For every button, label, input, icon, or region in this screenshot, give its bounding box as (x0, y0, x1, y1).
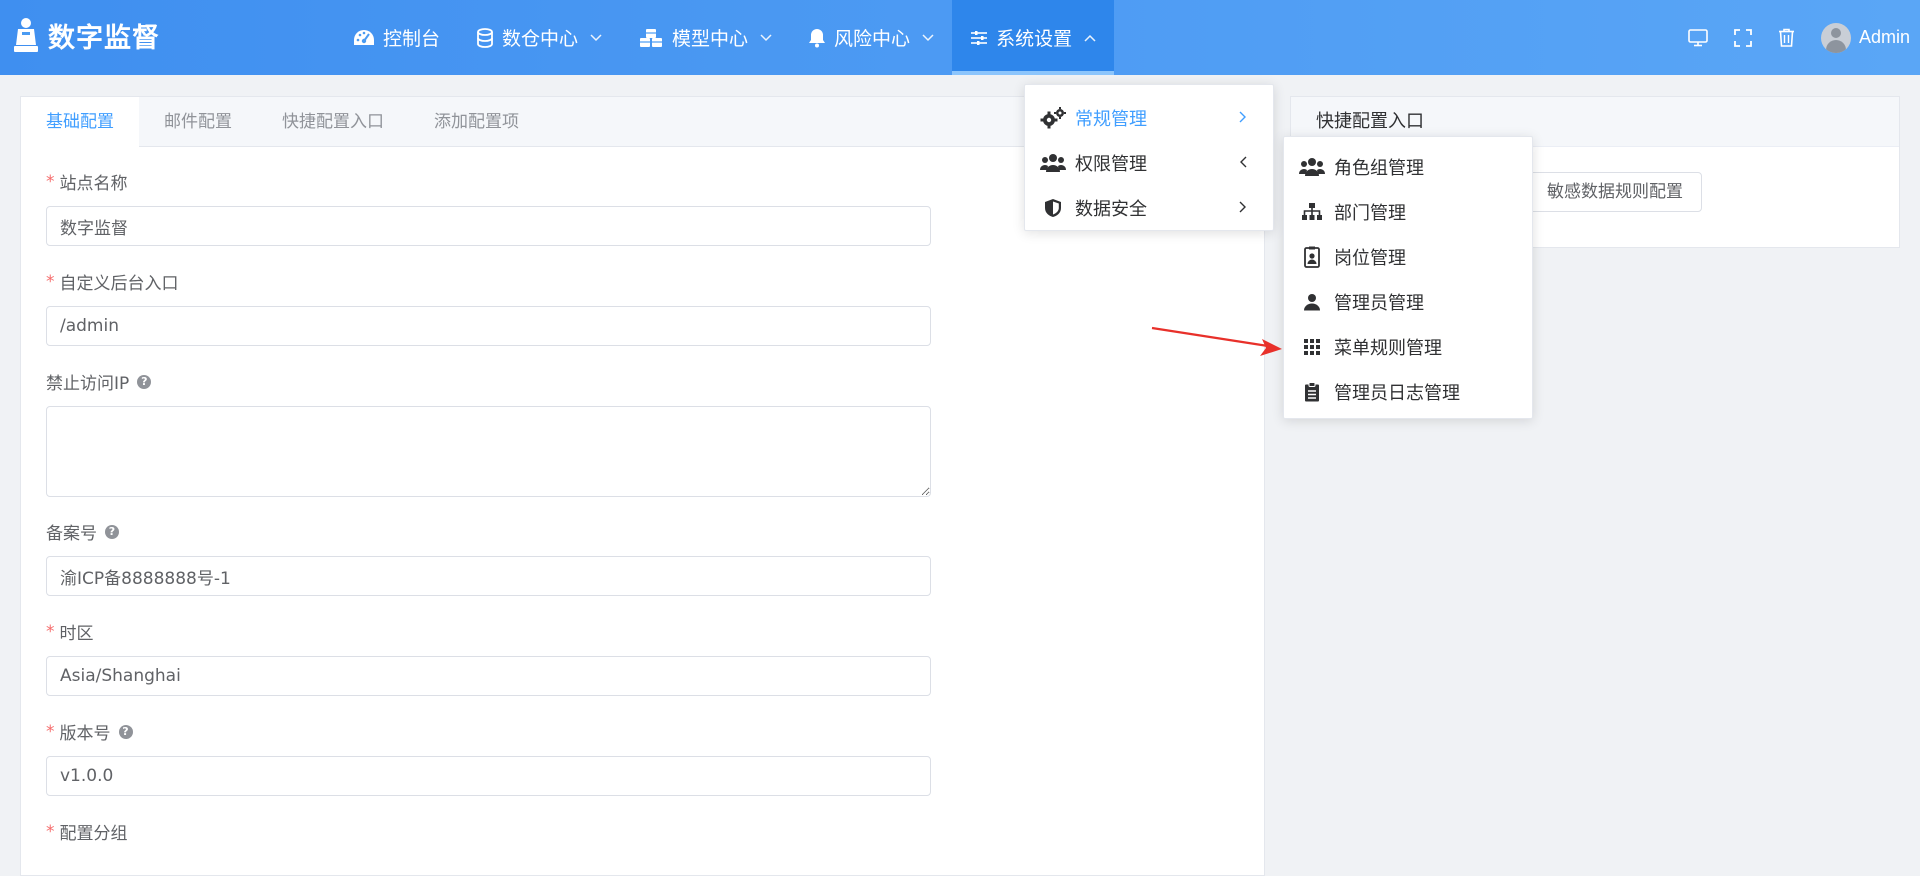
fullscreen-icon[interactable] (1734, 28, 1752, 47)
menu-item-admin[interactable]: 管理员管理 (1284, 279, 1532, 324)
user-name[interactable]: Admin (1859, 27, 1910, 48)
ban-ip-textarea[interactable] (46, 406, 931, 497)
menu-item-label: 菜单规则管理 (1334, 337, 1442, 359)
site-name-input[interactable] (46, 206, 931, 246)
form-item-ban-ip: 禁止访问IP? (46, 369, 931, 497)
tab-basic-config[interactable]: 基础配置 (21, 97, 139, 148)
tab-add-config-item[interactable]: 添加配置项 (409, 97, 544, 147)
timezone-input[interactable] (46, 656, 931, 696)
permission-submenu: 角色组管理 部门管理 岗位管理 管理员管理 菜单规则管理 管理员日志管理 (1283, 136, 1533, 419)
menu-item-permission-management[interactable]: 权限管理 (1025, 140, 1273, 185)
question-circle-icon[interactable]: ? (105, 524, 119, 539)
nav-model-center[interactable]: 模型中心 (620, 0, 790, 75)
form-item-config-group: * 配置分组 (46, 819, 128, 845)
menu-item-label: 常规管理 (1075, 108, 1147, 130)
nav-label: 系统设置 (996, 28, 1073, 50)
required-mark: * (46, 621, 55, 642)
system-settings-dropdown: 常规管理 权限管理 数据安全 (1024, 84, 1274, 231)
admin-entry-input[interactable] (46, 306, 931, 346)
cubes-icon (640, 28, 663, 47)
menu-item-label: 部门管理 (1334, 202, 1406, 224)
nav-risk-center[interactable]: 风险中心 (790, 0, 952, 75)
app-title: 数字监督 (48, 23, 160, 54)
app-logo[interactable]: 数字监督 (12, 16, 160, 55)
required-mark: * (46, 171, 55, 192)
clipboard-icon (1299, 381, 1325, 402)
users-icon (1040, 153, 1066, 173)
menu-item-department[interactable]: 部门管理 (1284, 189, 1532, 234)
chevron-right-icon (1239, 111, 1246, 123)
sliders-icon (971, 30, 988, 45)
question-circle-icon[interactable]: ? (118, 724, 133, 739)
tab-mail-config[interactable]: 邮件配置 (139, 97, 257, 147)
form-item-site-name: * 站点名称 (46, 169, 931, 246)
user-icon (1299, 293, 1325, 311)
field-label: 禁止访问IP? (46, 369, 931, 394)
menu-item-general-management[interactable]: 常规管理 (1025, 95, 1273, 140)
nav-data-warehouse[interactable]: 数仓中心 (458, 0, 620, 75)
users-icon (1299, 157, 1325, 177)
nav-system-settings[interactable]: 系统设置 (952, 0, 1115, 75)
menu-item-label: 角色组管理 (1334, 157, 1424, 179)
required-mark: * (46, 821, 55, 842)
field-label: * 配置分组 (46, 821, 128, 845)
menu-item-label: 管理员日志管理 (1334, 382, 1460, 404)
menu-item-label: 岗位管理 (1334, 247, 1406, 269)
question-circle-icon[interactable]: ? (137, 374, 152, 389)
menu-item-label: 管理员管理 (1334, 292, 1424, 314)
chevron-left-icon (1240, 156, 1247, 168)
field-label: * 站点名称 (46, 171, 128, 195)
chevron-down-icon (922, 33, 934, 41)
dashboard-icon (354, 29, 374, 45)
sensitive-data-rule-button[interactable]: 敏感数据规则配置 (1528, 172, 1702, 212)
database-icon (477, 27, 493, 48)
menu-item-label: 数据安全 (1075, 198, 1147, 220)
bell-icon (809, 28, 826, 47)
field-label: * 时区 (46, 621, 94, 645)
id-badge-icon (1299, 246, 1325, 268)
nav-label: 控制台 (383, 28, 441, 50)
required-mark: * (46, 721, 55, 742)
grid-icon (1299, 338, 1325, 355)
chevron-down-icon (760, 33, 772, 41)
menu-item-menu-rules[interactable]: 菜单规则管理 (1284, 324, 1532, 369)
record-no-input[interactable] (46, 556, 931, 596)
nav-label: 模型中心 (672, 28, 749, 50)
sitemap-icon (1299, 202, 1325, 222)
nav-dashboard[interactable]: 控制台 (335, 0, 458, 75)
menu-item-admin-log[interactable]: 管理员日志管理 (1284, 369, 1532, 414)
menu-item-data-security[interactable]: 数据安全 (1025, 185, 1273, 230)
chevron-up-icon (1084, 34, 1096, 42)
field-label: 备案号? (46, 519, 931, 544)
form-item-record-no: 备案号? (46, 519, 931, 596)
required-mark: * (46, 271, 55, 292)
logo-icon (14, 17, 38, 52)
trash-icon[interactable] (1778, 28, 1795, 47)
chevron-down-icon (590, 33, 602, 41)
form-item-timezone: * 时区 (46, 619, 931, 696)
field-label: * 自定义后台入口 (46, 271, 179, 295)
red-arrow-annotation (1151, 326, 1282, 356)
gears-icon (1040, 106, 1066, 129)
top-navbar: 数字监督 控制台 数仓中心 模型中心 风险中心 系统设置 Admin (0, 0, 1920, 75)
menu-item-role-group[interactable]: 角色组管理 (1284, 144, 1532, 189)
form-item-admin-entry: * 自定义后台入口 (46, 269, 931, 346)
desktop-icon[interactable] (1688, 28, 1708, 47)
tab-quick-config[interactable]: 快捷配置入口 (257, 97, 409, 147)
avatar[interactable] (1820, 22, 1851, 53)
shield-icon (1040, 198, 1066, 218)
main-nav: 控制台 数仓中心 模型中心 风险中心 系统设置 (335, 0, 1115, 75)
nav-label: 数仓中心 (502, 28, 579, 50)
field-label: * 版本号? (46, 719, 931, 744)
chevron-right-icon (1239, 201, 1246, 213)
header-toolbar: Admin (1662, 0, 1910, 75)
menu-item-position[interactable]: 岗位管理 (1284, 234, 1532, 279)
nav-label: 风险中心 (834, 28, 911, 50)
form-item-version: * 版本号? (46, 719, 931, 796)
menu-item-label: 权限管理 (1075, 153, 1147, 175)
version-input[interactable] (46, 756, 931, 796)
